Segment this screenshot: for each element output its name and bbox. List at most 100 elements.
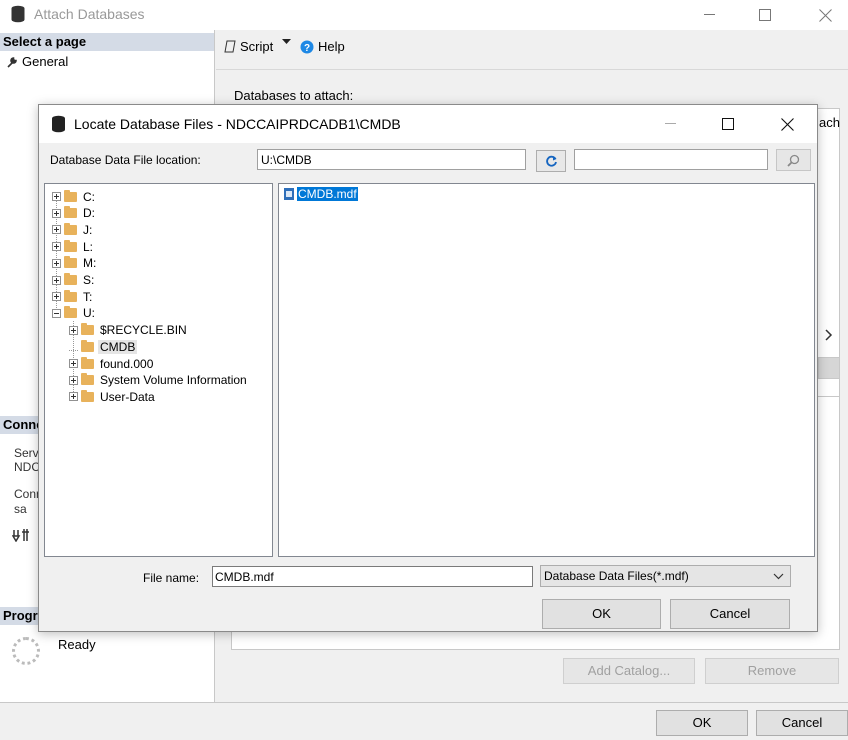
svg-text:?: ? (304, 43, 310, 54)
folder-icon (64, 206, 77, 219)
expand-icon[interactable] (52, 192, 61, 201)
tree-node[interactable]: C: (52, 188, 97, 205)
outer-cancel-button[interactable]: Cancel (756, 710, 848, 736)
dialog-title-bar: Locate Database Files - NDCCAIPRDCADB1\C… (39, 105, 817, 143)
file-type-selected: Database Data Files(*.mdf) (544, 569, 689, 583)
folder-icon (81, 339, 94, 352)
maximize-button[interactable] (742, 0, 788, 30)
page-item-general[interactable]: General (6, 54, 68, 69)
dialog-minimize-button[interactable] (647, 105, 693, 143)
file-type-select[interactable]: Database Data Files(*.mdf) (540, 565, 791, 587)
tree-node[interactable]: $RECYCLE.BIN (69, 322, 189, 339)
script-dropdown[interactable] (282, 39, 291, 45)
folder-tree[interactable]: C: D: J: L: M: S: T: U: $RECYCLE.BIN CMDB found.00… (44, 183, 273, 557)
folder-icon (64, 222, 77, 235)
file-name-input[interactable] (212, 566, 533, 587)
folder-icon (64, 256, 77, 269)
dialog-cancel-button[interactable]: Cancel (670, 599, 790, 629)
tree-node[interactable]: User-Data (69, 388, 157, 405)
tree-node[interactable]: L: (52, 238, 95, 255)
minimize-icon (703, 14, 715, 15)
close-icon (780, 117, 794, 131)
dialog-title: Locate Database Files - NDCCAIPRDCADB1\C… (74, 116, 401, 132)
dialog-ok-button[interactable]: OK (542, 599, 661, 629)
tree-node-label: T: (83, 289, 93, 304)
tree-node[interactable]: M: (52, 255, 98, 272)
status-text: Ready (58, 637, 96, 652)
collapse-icon[interactable] (52, 308, 61, 318)
progress-spinner-icon (12, 637, 40, 665)
folder-icon (81, 356, 94, 369)
database-icon (51, 115, 66, 136)
expand-icon[interactable] (52, 258, 61, 268)
chevron-down-icon (773, 566, 784, 593)
script-button[interactable]: Script (224, 39, 273, 54)
maximize-icon (759, 9, 771, 21)
grid-side-button[interactable] (818, 357, 840, 379)
outer-window-title: Attach Databases (34, 6, 145, 22)
add-catalog-button[interactable]: Add Catalog... (563, 658, 695, 684)
tree-node[interactable]: J: (52, 221, 94, 238)
script-label: Script (240, 39, 274, 54)
search-input[interactable] (574, 149, 768, 170)
tree-node-label: CMDB (98, 339, 138, 354)
tree-node[interactable]: found.000 (69, 355, 155, 372)
folder-icon (64, 239, 77, 252)
tree-node-label: D: (83, 206, 95, 221)
tree-node[interactable]: D: (52, 205, 97, 222)
expand-icon[interactable] (69, 392, 78, 402)
expand-icon[interactable] (52, 225, 61, 235)
connection-properties-icon[interactable] (11, 528, 30, 545)
help-icon: ? (300, 40, 314, 54)
tree-node[interactable]: System Volume Information (69, 372, 249, 389)
help-button[interactable]: ? Help (300, 39, 345, 54)
search-button[interactable] (776, 149, 811, 171)
grid-column-header: ach (819, 115, 840, 130)
expand-icon[interactable] (69, 325, 78, 335)
tree-node[interactable]: S: (52, 272, 96, 289)
tree-node-label: System Volume Information (100, 373, 247, 388)
database-icon (10, 5, 26, 26)
dialog-maximize-button[interactable] (705, 105, 751, 143)
tree-node-label: M: (83, 256, 97, 271)
file-name-label: File name: (143, 571, 200, 585)
remove-button[interactable]: Remove (705, 658, 839, 684)
tree-node-label: S: (83, 273, 95, 287)
expand-icon[interactable] (52, 242, 61, 252)
tree-node[interactable]: CMDB (69, 338, 138, 355)
outer-ok-button[interactable]: OK (656, 710, 748, 736)
close-button[interactable] (802, 0, 848, 30)
dialog-close-button[interactable] (764, 105, 810, 143)
file-list-item[interactable]: CMDB.mdf (284, 187, 358, 201)
expand-icon[interactable] (69, 375, 78, 385)
refresh-icon (545, 155, 557, 167)
tree-node-label: User-Data (100, 389, 155, 404)
connection-value: sa (14, 502, 27, 516)
folder-icon (64, 273, 77, 285)
folder-icon (64, 306, 77, 319)
outer-title-bar: Attach Databases (0, 0, 848, 30)
data-file-location-input[interactable] (257, 149, 526, 170)
server-value: NDC (14, 460, 40, 474)
file-list[interactable]: CMDB.mdf (278, 183, 815, 557)
file-list-item-name: CMDB.mdf (297, 187, 358, 201)
tree-node[interactable]: T: (52, 288, 94, 305)
tree-node-label: L: (83, 239, 94, 254)
help-label: Help (318, 39, 345, 54)
expand-icon[interactable] (69, 359, 78, 368)
expand-icon[interactable] (52, 208, 61, 218)
file-icon (284, 188, 294, 200)
expand-icon[interactable] (52, 292, 61, 302)
databases-to-attach-label: Databases to attach: (234, 88, 354, 103)
tree-connector (69, 342, 78, 352)
tree-node-label: U: (83, 306, 95, 321)
script-icon (224, 40, 236, 53)
scroll-right-button[interactable] (818, 325, 840, 347)
expand-icon[interactable] (52, 275, 61, 285)
toolbar: Script ? Help (216, 30, 848, 70)
search-icon (787, 154, 800, 167)
tree-node[interactable]: U: (52, 305, 97, 322)
minimize-button[interactable] (686, 0, 732, 30)
tree-node-label: C: (83, 189, 95, 204)
refresh-button[interactable] (536, 150, 566, 172)
